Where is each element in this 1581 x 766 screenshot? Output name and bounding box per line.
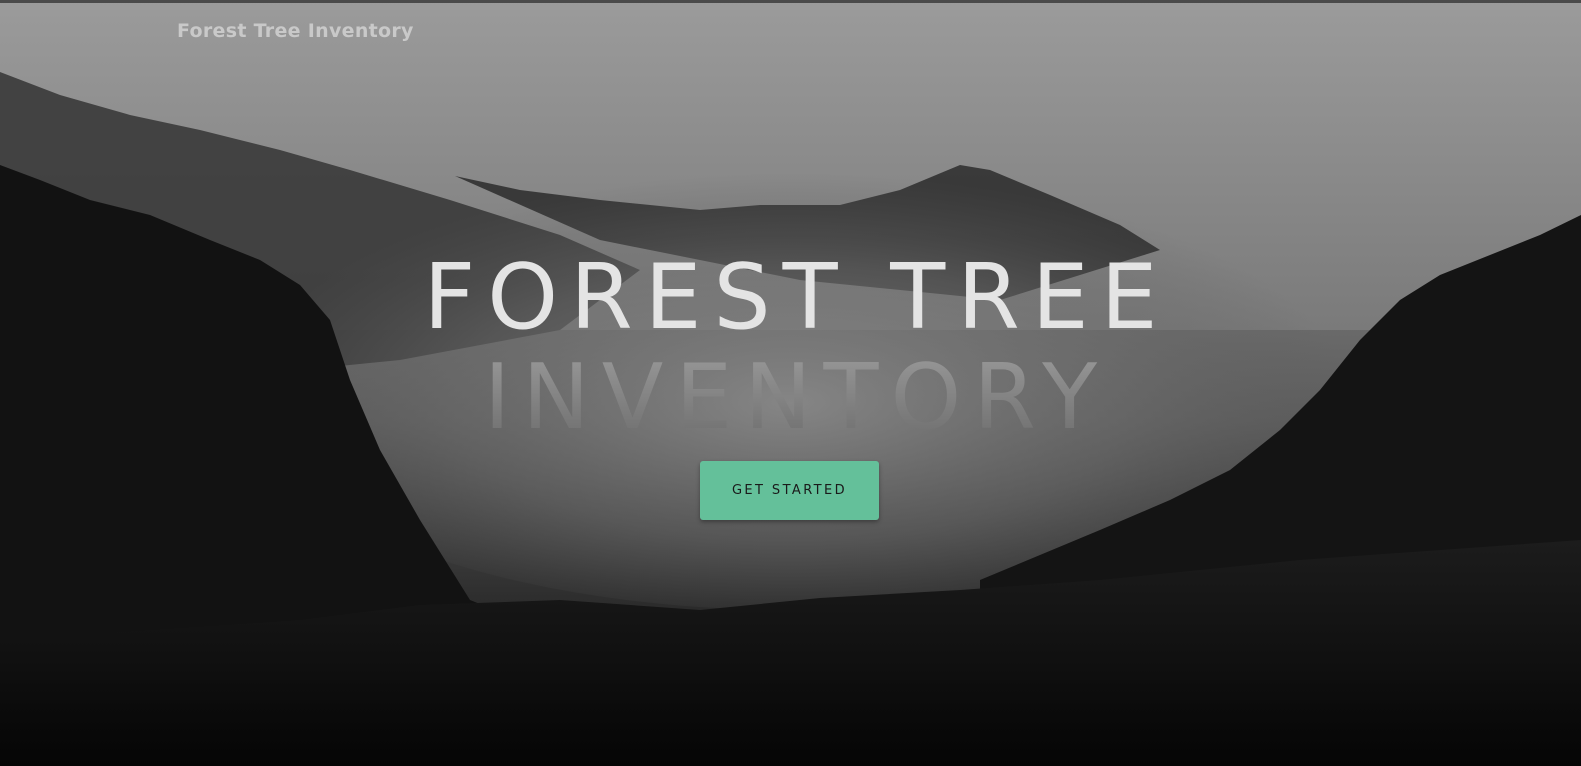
get-started-button[interactable]: GET STARTED	[700, 461, 879, 520]
landing-page: Forest Tree Inventory FOREST TREE INVENT…	[0, 0, 1581, 766]
headline-line-1: FOREST TREE	[423, 245, 1170, 350]
navbar: Forest Tree Inventory	[0, 3, 1581, 59]
top-border	[0, 0, 1581, 3]
hero-headline: FOREST TREE INVENTORY	[0, 248, 1581, 448]
brand-link[interactable]: Forest Tree Inventory	[177, 20, 414, 42]
headline-line-2: INVENTORY	[0, 348, 1581, 448]
